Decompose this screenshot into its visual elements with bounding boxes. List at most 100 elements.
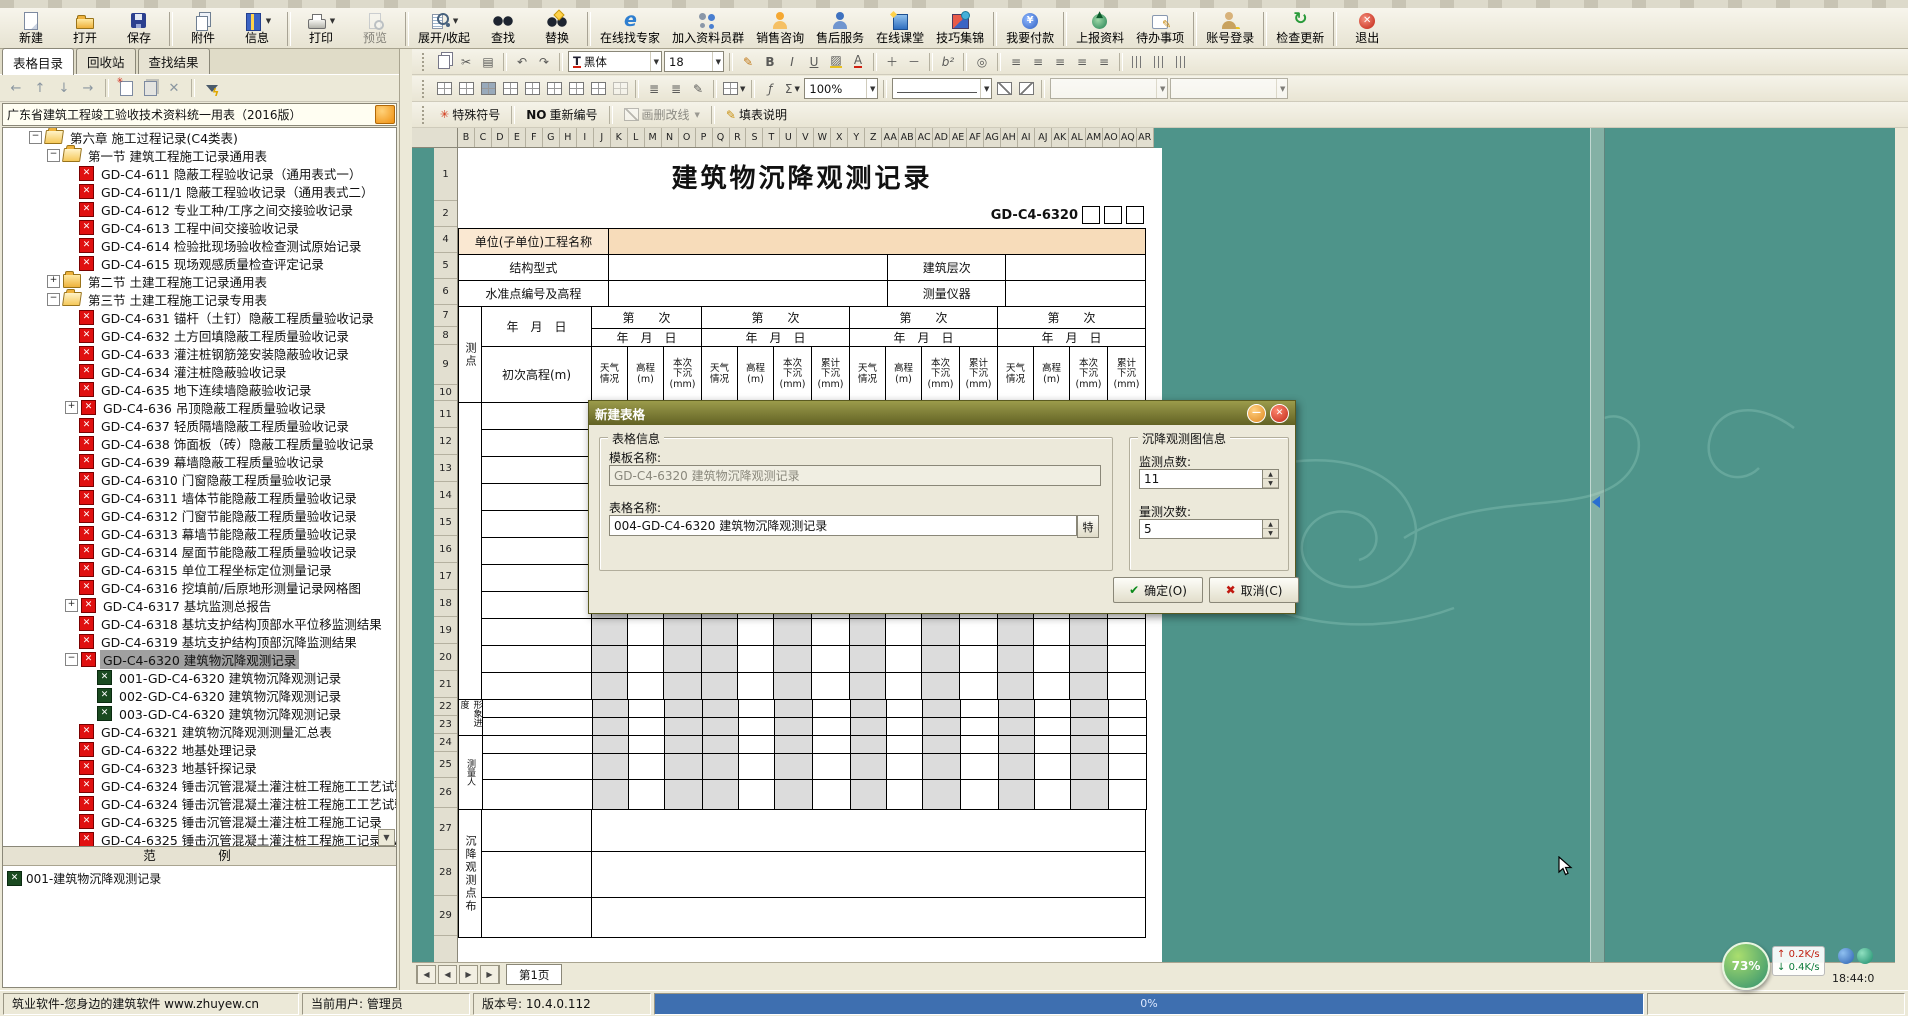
sheet-cell[interactable] <box>851 780 887 810</box>
column-header[interactable]: F <box>526 128 543 147</box>
column-header[interactable]: AJ <box>1035 128 1052 147</box>
tree-item[interactable]: GD-C4-6324 锤击沉管混凝土灌注桩工程施工工艺试验记录 <box>3 776 396 794</box>
column-header[interactable]: AK <box>1052 128 1069 147</box>
sheet-cell[interactable] <box>999 780 1035 810</box>
row-header[interactable]: 10 <box>434 385 457 401</box>
font-color-icon[interactable]: A <box>848 52 868 72</box>
sheet-cell[interactable] <box>592 646 628 673</box>
example-item[interactable]: 001-建筑物沉降观测记录 <box>3 866 396 888</box>
font-name-select[interactable]: T 黑体 ▼ <box>568 51 662 72</box>
insert-col-icon[interactable] <box>522 79 542 99</box>
dialog-titlebar[interactable]: 新建表格 — ✕ <box>589 401 1295 425</box>
template-switch-button[interactable] <box>375 105 395 124</box>
sheet-cell[interactable] <box>960 646 998 673</box>
row-header[interactable]: 6 <box>434 279 457 305</box>
sheet-cell[interactable] <box>703 718 739 736</box>
format-painter-icon[interactable]: ✎ <box>738 52 758 72</box>
sheet-cell[interactable] <box>483 736 593 754</box>
sheet-cell[interactable] <box>922 619 960 646</box>
sheet-cell[interactable] <box>1006 281 1146 307</box>
fill-color-icon[interactable]: ▨ <box>826 52 846 72</box>
tree-item[interactable]: GD-C4-611 隐蔽工程验收记录（通用表式一） <box>3 164 396 182</box>
column-header[interactable]: G <box>543 128 560 147</box>
sheet-cell[interactable] <box>1034 619 1070 646</box>
sheet-cell[interactable] <box>887 754 923 780</box>
row-header[interactable]: 29 <box>434 896 457 936</box>
sheet-cell[interactable] <box>813 780 851 810</box>
tree-item[interactable]: GD-C4-6310 门窗隐蔽工程质量验收记录 <box>3 470 396 488</box>
collapse-icon[interactable]: − <box>47 149 60 162</box>
sheet-cell[interactable] <box>593 736 629 754</box>
sheet-cell[interactable] <box>1109 780 1147 810</box>
sheet-cell[interactable] <box>813 736 851 754</box>
sheet-cell[interactable] <box>592 852 1146 898</box>
toolbar-grip[interactable] <box>422 106 427 124</box>
sheet-cell[interactable] <box>609 281 889 307</box>
spin-up-icon[interactable]: ▲ <box>1263 520 1278 529</box>
sheet-cell[interactable] <box>1109 718 1147 736</box>
ok-button[interactable]: ✔ 确定(O) <box>1113 577 1203 603</box>
expand-icon[interactable]: + <box>65 599 78 612</box>
sheet-cell[interactable] <box>482 852 592 898</box>
copy-form-icon[interactable] <box>140 78 160 98</box>
sheet-cell[interactable] <box>812 619 850 646</box>
column-header[interactable]: AC <box>916 128 933 147</box>
tree-item[interactable]: GD-C4-6312 门窗节能隐蔽工程质量验收记录 <box>3 506 396 524</box>
shield-tray-icon[interactable] <box>1857 948 1873 964</box>
column-header[interactable]: AI <box>1018 128 1035 147</box>
sheet-cell[interactable] <box>738 619 774 646</box>
tree-item[interactable]: 001-GD-C4-6320 建筑物沉降观测记录 <box>3 668 396 686</box>
sheet-cell[interactable] <box>483 718 593 736</box>
dropdown-arrow-icon[interactable]: ▼ <box>453 17 458 25</box>
sheet-cell[interactable] <box>702 646 738 673</box>
underline-icon[interactable]: U <box>804 52 824 72</box>
sum-icon[interactable]: Σ▼ <box>782 79 802 99</box>
sheet-cell[interactable] <box>1109 754 1147 780</box>
tree-item[interactable]: GD-C4-6313 幕墙节能隐蔽工程质量验收记录 <box>3 524 396 542</box>
column-header[interactable]: H <box>560 128 577 147</box>
tree-item[interactable]: −第三节 土建工程施工记录专用表 <box>3 290 396 308</box>
row-header[interactable]: 27 <box>434 808 457 850</box>
sheet-cell[interactable] <box>665 718 703 736</box>
tree-item[interactable]: GD-C4-6316 挖填前/后原地形测量记录网格图 <box>3 578 396 596</box>
diagonal-border2-icon[interactable] <box>1016 79 1036 99</box>
delete-form-icon[interactable]: ✕ <box>164 78 184 98</box>
sheet-cell[interactable] <box>1006 255 1146 281</box>
sheet-cell[interactable] <box>922 673 960 700</box>
code-box[interactable] <box>1082 206 1100 224</box>
column-header[interactable]: N <box>662 128 679 147</box>
tree-item[interactable]: GD-C4-615 现场观感质量检查评定记录 <box>3 254 396 272</box>
collapse-icon[interactable]: − <box>65 653 78 666</box>
row-header[interactable]: 21 <box>434 671 457 698</box>
sheet-corner[interactable] <box>412 128 458 148</box>
sheet-cell[interactable] <box>1035 700 1071 718</box>
column-header[interactable]: T <box>763 128 780 147</box>
tree-item[interactable]: GD-C4-635 地下连续墙隐蔽验收记录 <box>3 380 396 398</box>
sheet-cell[interactable] <box>922 646 960 673</box>
sheet-cell[interactable] <box>739 736 775 754</box>
info-button[interactable]: ▼信息 <box>230 5 284 48</box>
row-header[interactable]: 22 <box>434 698 457 716</box>
sheet-cell[interactable] <box>960 619 998 646</box>
sheet-cell[interactable] <box>703 754 739 780</box>
sheet-cell[interactable] <box>813 754 851 780</box>
sheet-cell[interactable] <box>482 565 592 592</box>
sheet-cell[interactable] <box>1109 700 1147 718</box>
strike-line-button[interactable]: 画删改线▼ <box>618 104 706 125</box>
sheet-cell[interactable] <box>999 736 1035 754</box>
tree-item[interactable]: GD-C4-639 幕墙隐蔽工程质量验收记录 <box>3 452 396 470</box>
sheet-cell[interactable] <box>1070 646 1108 673</box>
row-header[interactable]: 23 <box>434 716 457 734</box>
sheet-cell[interactable] <box>775 736 813 754</box>
row-header[interactable]: 16 <box>434 536 457 563</box>
sheet-cell[interactable] <box>664 673 702 700</box>
tree-item[interactable]: GD-C4-612 专业工种/工序之间交接验收记录 <box>3 200 396 218</box>
sheet-cell[interactable] <box>887 780 923 810</box>
collapse-icon[interactable]: − <box>47 293 60 306</box>
tree-item[interactable]: GD-C4-632 土方回填隐蔽工程质量验收记录 <box>3 326 396 344</box>
sheet-cell[interactable] <box>961 718 999 736</box>
column-header[interactable]: K <box>611 128 628 147</box>
sheet-cell[interactable] <box>739 700 775 718</box>
tree-item[interactable]: GD-C4-638 饰面板（砖）隐蔽工程质量验收记录 <box>3 434 396 452</box>
special-symbol-button[interactable]: ✳ 特殊符号 <box>434 104 506 125</box>
